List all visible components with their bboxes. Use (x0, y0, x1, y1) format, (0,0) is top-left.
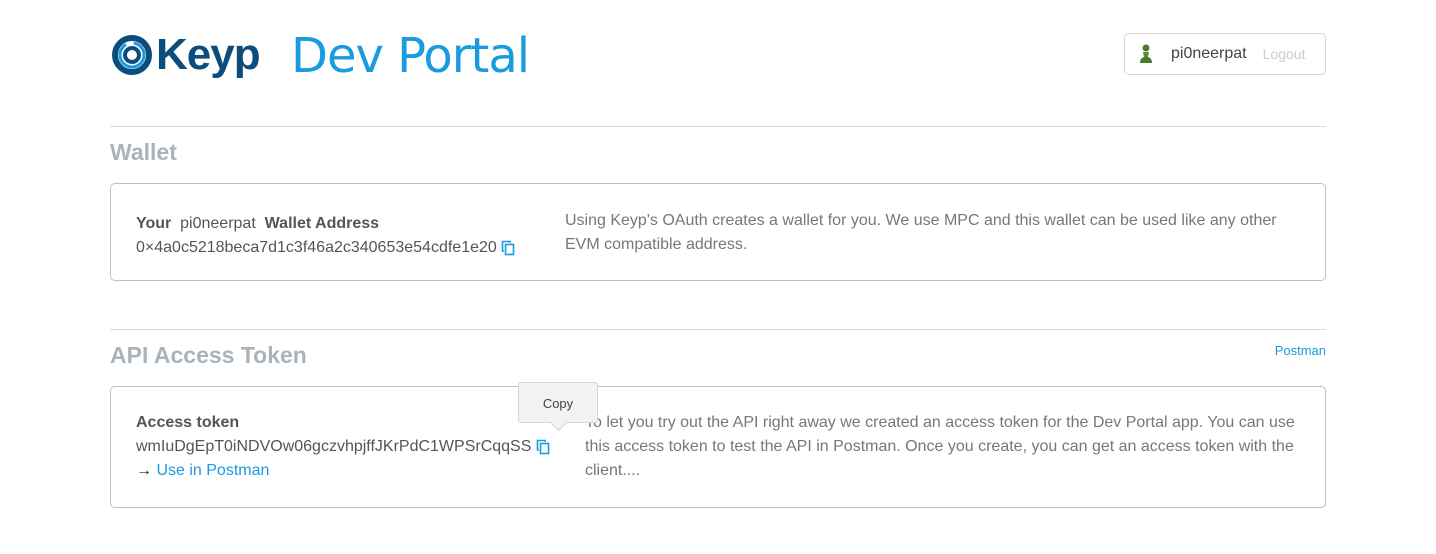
use-in-postman-link[interactable]: Use in Postman (156, 462, 269, 479)
copy-icon[interactable] (536, 439, 550, 455)
wallet-label-prefix: Your (136, 215, 172, 232)
wallet-address: 0×4a0c5218beca7d1c3f46a2c340653e54cdfe1e… (136, 239, 497, 256)
api-section-title: API Access Token (110, 342, 307, 368)
logout-button[interactable]: Logout (1263, 46, 1306, 62)
access-token-value: wmIuDgEpT0iNDVOw06gczvhpjffJKrPdC1WPSrCq… (136, 438, 532, 455)
wallet-section-title: Wallet (110, 139, 177, 165)
keyp-logo-icon (112, 35, 152, 75)
wallet-description: Using Keyp's OAuth creates a wallet for … (565, 212, 1277, 253)
divider (110, 329, 1326, 330)
copy-icon[interactable] (501, 240, 515, 256)
wallet-label-user: pi0neerpat (180, 215, 256, 232)
postman-link[interactable]: Postman (1275, 343, 1326, 358)
user-menu: pi0neerpat Logout (1124, 33, 1326, 75)
keyp-logo[interactable]: Keyp (112, 30, 261, 80)
copy-tooltip: Copy (518, 382, 598, 423)
access-token-label: Access token (136, 414, 240, 431)
wallet-label-suffix: Wallet Address (264, 215, 380, 232)
arrow-icon: → (136, 462, 152, 479)
page-title: Dev Portal (291, 28, 530, 84)
logo-text: Keyp (156, 30, 261, 79)
wallet-card: Your pi0neerpat Wallet Address 0×4a0c521… (110, 183, 1326, 281)
api-token-card: Access token wmIuDgEpT0iNDVOw06gczvhpjff… (110, 386, 1326, 508)
header: Keyp Dev Portal pi0neerpat Logout (110, 28, 1326, 88)
divider (110, 126, 1326, 127)
api-description: To let you try out the API right away we… (585, 414, 1295, 479)
username: pi0neerpat (1171, 45, 1247, 62)
pawn-icon (1140, 44, 1152, 63)
